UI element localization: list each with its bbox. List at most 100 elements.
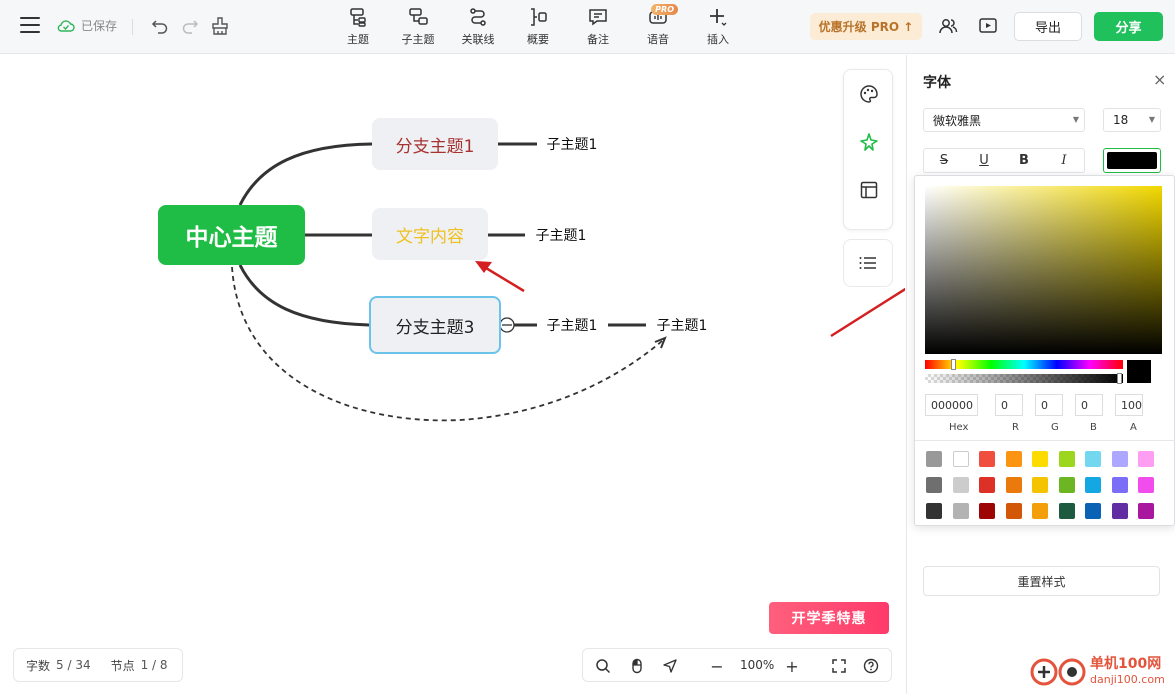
cloud-check-icon (57, 19, 75, 32)
palette-swatch[interactable] (1058, 477, 1075, 493)
palette-swatch[interactable] (926, 477, 942, 493)
tool-topic[interactable]: 主题 (328, 6, 388, 47)
bold-button[interactable]: B (1004, 149, 1044, 172)
palette-swatch[interactable] (1005, 477, 1022, 493)
palette-swatch[interactable] (1138, 477, 1154, 493)
hex-input[interactable]: 000000 (925, 394, 978, 416)
subtopic-3[interactable]: 子主题1 (541, 314, 603, 336)
g-label: G (1051, 422, 1059, 433)
tool-note[interactable]: 备注 (568, 6, 628, 47)
collaborators-icon[interactable] (938, 16, 958, 36)
palette-swatch[interactable] (1085, 451, 1101, 467)
reset-style-button[interactable]: 重置样式 (923, 566, 1160, 596)
help-button[interactable] (862, 657, 880, 675)
palette-swatch[interactable] (1005, 451, 1022, 467)
tool-insert[interactable]: 插入 (688, 6, 748, 47)
underline-button[interactable]: U (964, 149, 1004, 172)
save-status-label: 已保存 (81, 19, 118, 33)
zoom-in-button[interactable]: + (783, 657, 801, 676)
font-family-select[interactable]: 微软雅黑 ▼ (923, 108, 1085, 132)
fullscreen-button[interactable] (830, 657, 848, 675)
palette-swatch[interactable] (979, 451, 995, 467)
palette-swatch[interactable] (1032, 503, 1048, 519)
palette-swatch[interactable] (1032, 477, 1048, 493)
saturation-area[interactable] (925, 186, 1162, 354)
hex-label: Hex (949, 422, 969, 433)
italic-button[interactable]: I (1044, 149, 1084, 172)
mouse-mode-button[interactable] (628, 657, 646, 675)
format-painter-icon[interactable] (210, 16, 230, 36)
theme-button[interactable] (844, 118, 894, 166)
palette-swatch[interactable] (1085, 477, 1101, 493)
palette-swatch[interactable] (926, 503, 942, 519)
branch-topic-3[interactable]: 分支主题3 (369, 296, 501, 354)
palette-swatch[interactable] (1138, 503, 1154, 519)
subtopic-1[interactable]: 子主题1 (541, 133, 603, 155)
menu-icon[interactable] (20, 17, 40, 35)
search-button[interactable] (594, 657, 612, 675)
presentation-icon[interactable] (978, 16, 998, 36)
zoom-out-button[interactable]: − (708, 657, 726, 676)
promo-banner[interactable]: 开学季特惠 (769, 602, 889, 634)
root-topic[interactable]: 中心主题 (158, 205, 305, 265)
side-toolbar (843, 69, 893, 230)
mindmap-canvas[interactable]: 中心主题 分支主题1 文字内容 分支主题3 子主题1 子主题1 子主题1 子主题… (0, 55, 905, 694)
subtopic-2[interactable]: 子主题1 (530, 224, 592, 246)
alpha-slider[interactable] (925, 373, 1123, 384)
font-size-select[interactable]: 18 ▼ (1103, 108, 1161, 132)
font-family-value: 微软雅黑 (933, 113, 982, 128)
palette-swatch[interactable] (952, 477, 969, 493)
hue-slider-handle[interactable] (951, 359, 956, 370)
watermark-url: danji100.com (1090, 673, 1165, 686)
palette-swatch[interactable] (1111, 477, 1128, 493)
tool-summary[interactable]: 概要 (508, 6, 568, 47)
locate-button[interactable] (661, 657, 679, 675)
palette-swatch[interactable] (1138, 451, 1154, 467)
font-color-button[interactable] (1103, 148, 1161, 173)
palette-swatch[interactable] (1058, 451, 1075, 467)
share-button[interactable]: 分享 (1094, 12, 1163, 41)
b-input[interactable]: 0 (1075, 394, 1103, 416)
summary-icon (531, 8, 547, 26)
alpha-slider-handle[interactable] (1117, 373, 1122, 384)
layout-button[interactable] (844, 166, 894, 214)
close-icon[interactable]: × (1153, 70, 1166, 89)
palette-swatch[interactable] (952, 451, 969, 467)
palette-swatch[interactable] (1032, 451, 1048, 467)
color-picker-popup: 000000 0 0 0 100 Hex R G B A (914, 175, 1175, 526)
palette-swatch[interactable] (1111, 503, 1128, 519)
tool-voice[interactable]: PRO 语音 (628, 4, 688, 47)
hue-slider[interactable] (925, 359, 1123, 370)
tool-voice-label: 语音 (647, 33, 669, 46)
style-button[interactable] (844, 70, 894, 118)
relation-line-icon (470, 8, 486, 26)
palette-swatch[interactable] (926, 451, 942, 467)
r-input[interactable]: 0 (995, 394, 1023, 416)
outline-button[interactable] (843, 239, 893, 287)
zoom-level: 100% (740, 658, 775, 672)
palette-swatch[interactable] (952, 503, 969, 519)
g-input[interactable]: 0 (1035, 394, 1063, 416)
palette-swatch[interactable] (1058, 503, 1075, 519)
export-button[interactable]: 导出 (1014, 12, 1082, 41)
upgrade-pro-button[interactable]: 优惠升级 PRO ↑ (810, 13, 922, 40)
palette-swatch[interactable] (979, 503, 995, 519)
strikethrough-button[interactable]: S (924, 149, 964, 172)
palette-swatch[interactable] (979, 477, 995, 493)
branch-topic-2[interactable]: 文字内容 (372, 208, 488, 260)
chevron-down-icon: ▼ (1148, 115, 1155, 124)
undo-icon[interactable] (150, 16, 170, 36)
palette-swatch[interactable] (1005, 503, 1022, 519)
redo-icon[interactable] (180, 16, 200, 36)
insert-tools: 主题 子主题 关联线 概要 备注 PRO 语音 插入 (328, 4, 748, 47)
zoom-toolbar: − 100% + (582, 648, 892, 682)
tool-subtopic[interactable]: 子主题 (388, 6, 448, 47)
a-input[interactable]: 100 (1115, 394, 1143, 416)
floating-subtopic[interactable]: 子主题1 (651, 314, 713, 336)
node-count-value: 1 / 8 (140, 658, 168, 672)
branch-topic-1[interactable]: 分支主题1 (372, 118, 498, 170)
status-bar: 字数 5 / 34 节点 1 / 8 (13, 648, 183, 682)
palette-swatch[interactable] (1085, 503, 1101, 519)
tool-relation-line[interactable]: 关联线 (448, 6, 508, 47)
palette-swatch[interactable] (1111, 451, 1128, 467)
